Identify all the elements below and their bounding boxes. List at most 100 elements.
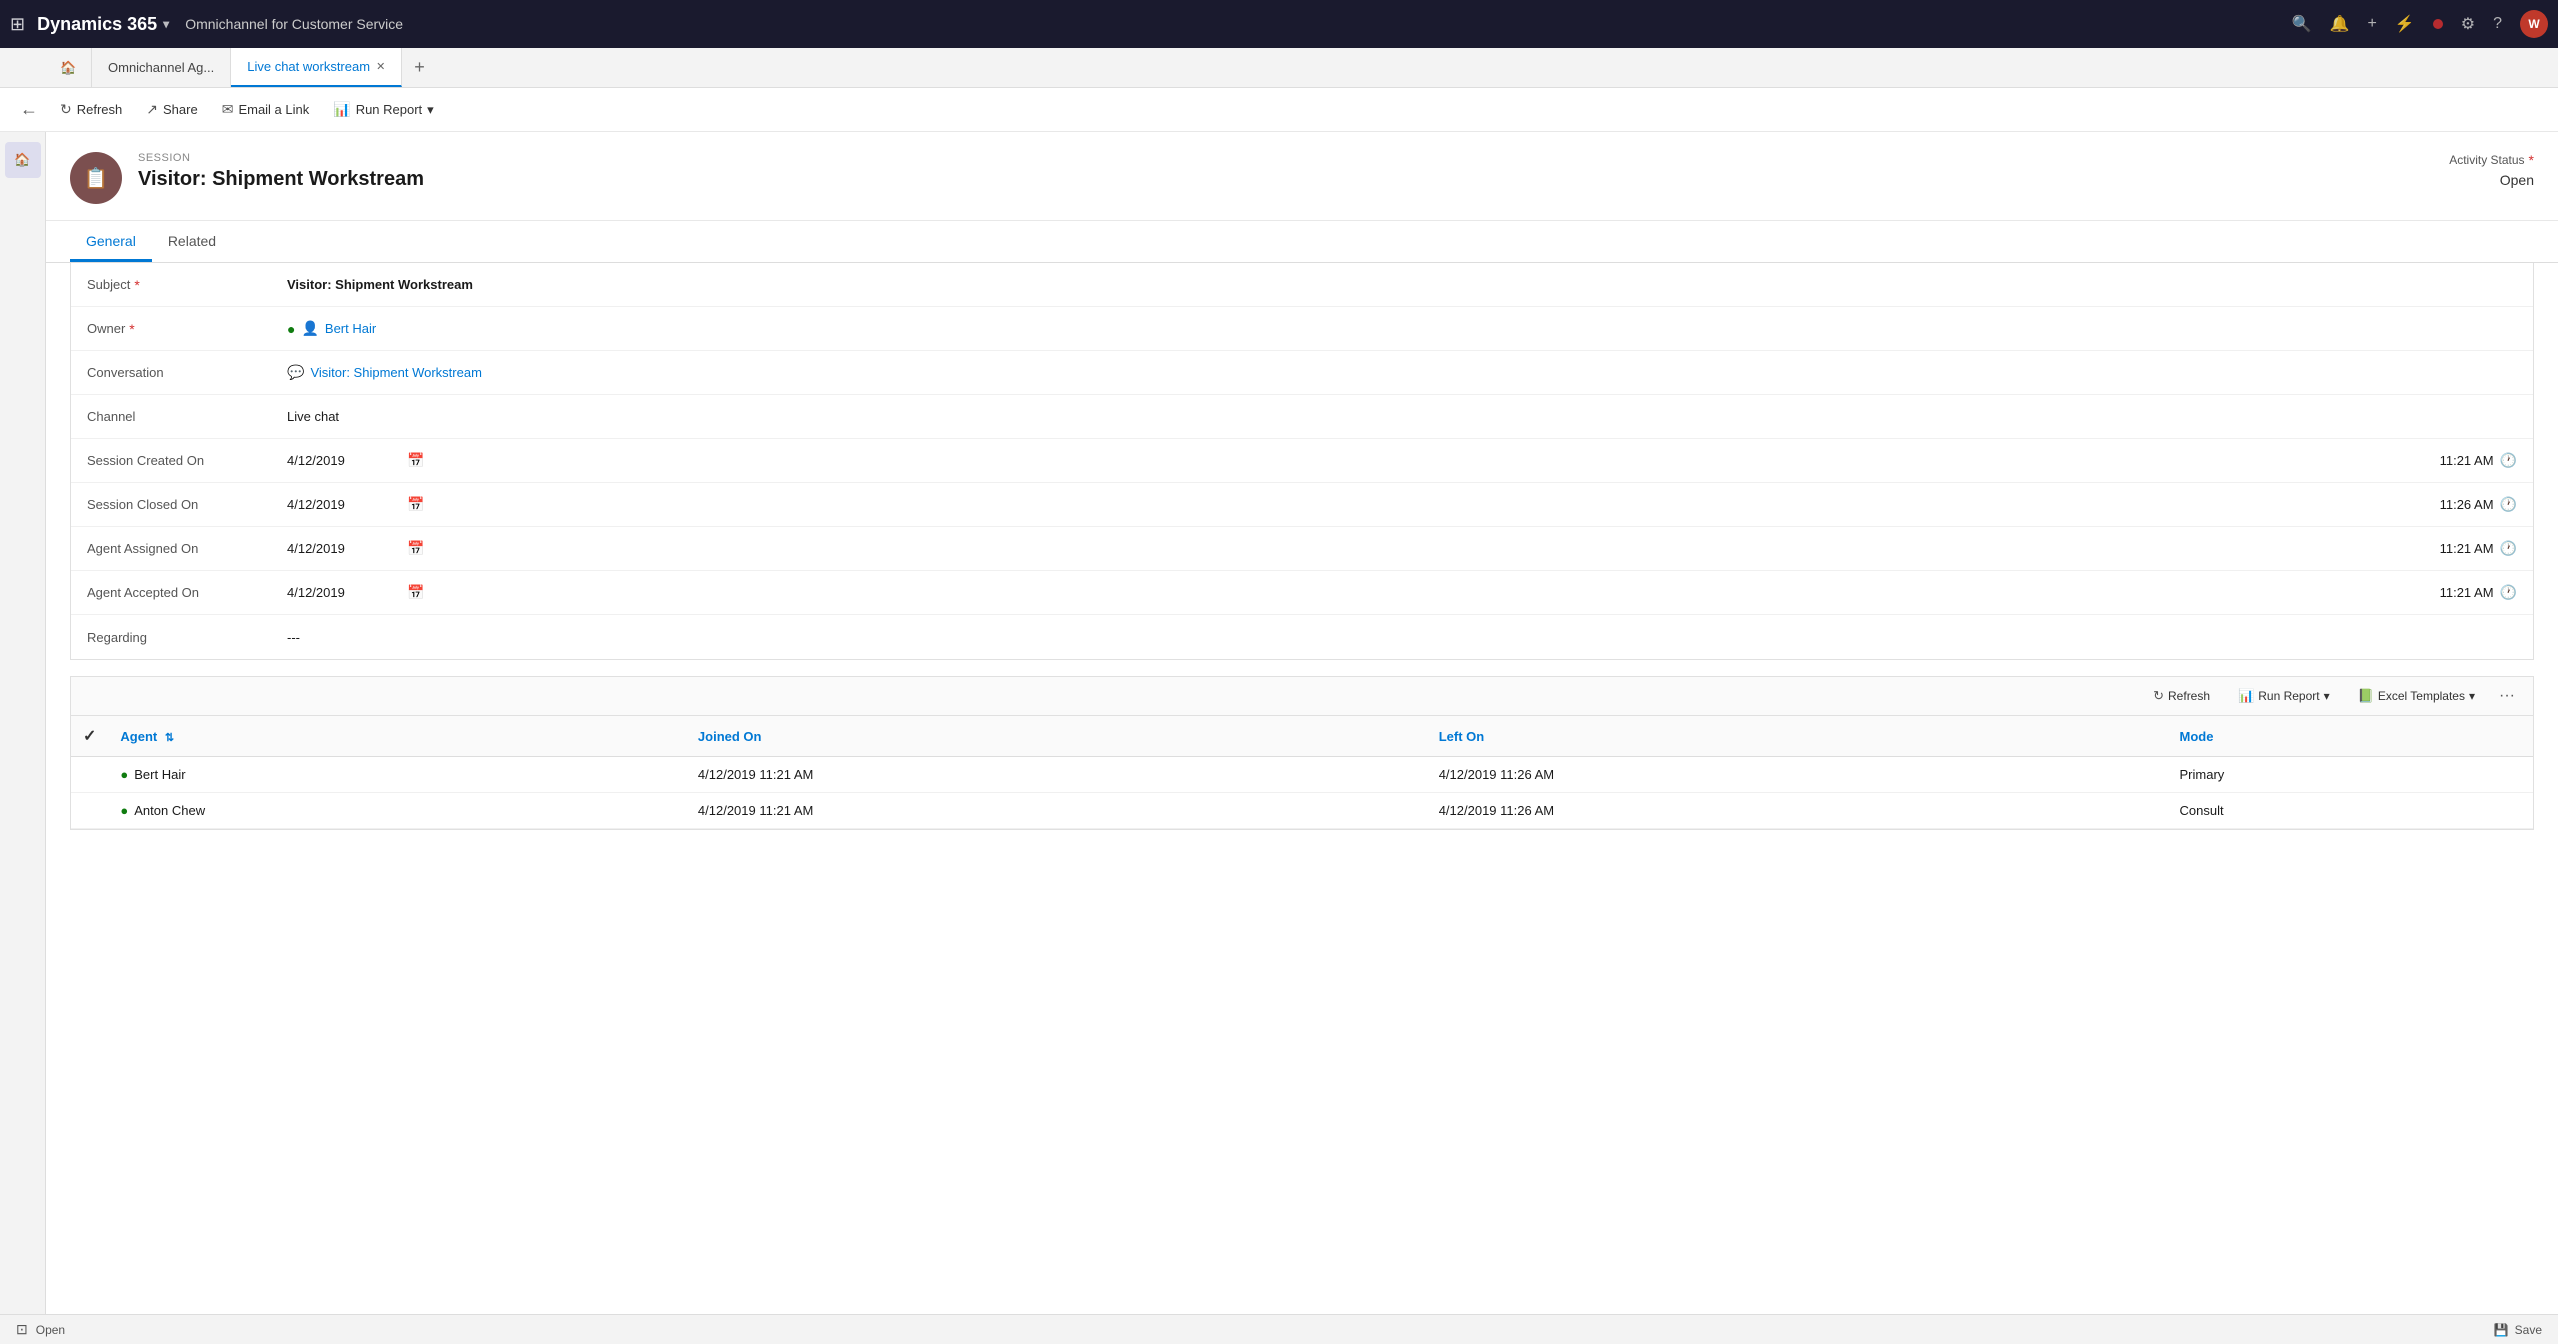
calendar-icon-accepted[interactable]: 📅 (407, 584, 424, 601)
run-report-dropdown-icon[interactable]: ▾ (2324, 689, 2330, 703)
back-button[interactable]: ← (12, 94, 46, 125)
value-channel: Live chat (287, 409, 2517, 424)
subgrid-more-button[interactable]: ··· (2493, 683, 2521, 709)
tab-livechat-label: Live chat workstream (247, 59, 370, 74)
label-session-created-on: Session Created On (87, 453, 287, 468)
label-owner: Owner * (87, 321, 287, 337)
clock-icon-assigned: 🕐 (2500, 540, 2517, 557)
clock-icon-accepted: 🕐 (2500, 584, 2517, 601)
run-report-button[interactable]: 📊 Run Report ▾ (323, 96, 443, 123)
sidebar-icon-home[interactable]: 🏠 (5, 142, 41, 178)
table-row: ● Bert Hair 4/12/2019 11:21 AM 4/12/2019… (71, 757, 2533, 793)
col-mode[interactable]: Mode (2168, 716, 2534, 757)
status-bar-value: Open (36, 1323, 65, 1337)
value-agent-accepted-on: 4/12/2019 📅 11:21 AM 🕐 (287, 584, 2517, 601)
settings-icon[interactable]: ⚙ (2461, 14, 2475, 34)
filter-icon[interactable]: ⚡ (2395, 14, 2415, 34)
owner-status-icon: ● (287, 321, 295, 337)
email-link-button[interactable]: ✉ Email a Link (212, 96, 320, 123)
col-agent[interactable]: Agent ⇅ (108, 716, 686, 757)
run-report-chevron[interactable]: ▾ (427, 102, 434, 118)
save-button[interactable]: 💾 Save (2494, 1323, 2542, 1337)
field-session-created-on: Session Created On 4/12/2019 📅 11:21 AM … (71, 439, 2533, 483)
check-all-header[interactable]: ✓ (71, 716, 108, 757)
required-indicator: * (2529, 152, 2534, 168)
subgrid-refresh-button[interactable]: ↻ Refresh (2143, 684, 2220, 708)
tab-close-icon[interactable]: ✕ (376, 60, 385, 73)
email-icon: ✉ (222, 101, 234, 118)
calendar-icon-closed[interactable]: 📅 (407, 496, 424, 513)
activity-status-value: Open (2449, 172, 2534, 188)
calendar-icon-assigned[interactable]: 📅 (407, 540, 424, 557)
report-icon: 📊 (333, 101, 350, 118)
col-joined-on[interactable]: Joined On (686, 716, 1427, 757)
tab-omnichannel[interactable]: Omnichannel Ag... (92, 48, 231, 87)
agent-name-1: ● Bert Hair (108, 757, 686, 793)
mode-2: Consult (2168, 793, 2534, 829)
field-agent-accepted-on: Agent Accepted On 4/12/2019 📅 11:21 AM 🕐 (71, 571, 2533, 615)
tab-related[interactable]: Related (152, 221, 232, 262)
run-report-label: Run Report (356, 102, 422, 117)
label-channel: Channel (87, 409, 287, 424)
table-header-row: ✓ Agent ⇅ Joined On Left On (71, 716, 2533, 757)
add-icon[interactable]: + (2367, 15, 2376, 33)
label-agent-assigned-on: Agent Assigned On (87, 541, 287, 556)
record-title: Visitor: Shipment Workstream (138, 168, 424, 191)
refresh-label: Refresh (77, 102, 123, 117)
share-icon: ↗ (146, 101, 158, 118)
chevron-down-icon[interactable]: ▾ (163, 17, 169, 31)
agents-subgrid: ↻ Refresh 📊 Run Report ▾ 📗 Excel Templat… (70, 676, 2534, 830)
field-channel: Channel Live chat (71, 395, 2533, 439)
calendar-icon-created[interactable]: 📅 (407, 452, 424, 469)
record-header-right: Activity Status * Open (2449, 152, 2534, 188)
owner-link[interactable]: Bert Hair (325, 321, 376, 336)
subgrid-run-report-button[interactable]: 📊 Run Report ▾ (2228, 684, 2340, 708)
row-check-2[interactable] (71, 793, 108, 829)
search-icon[interactable]: 🔍 (2292, 14, 2312, 34)
left-on-1: 4/12/2019 11:26 AM (1427, 757, 2168, 793)
value-owner: ● 👤 Bert Hair (287, 320, 2517, 337)
value-regarding: --- (287, 630, 2517, 645)
status-bar: ⊡ Open 💾 Save (0, 1314, 2558, 1344)
email-link-label: Email a Link (238, 102, 309, 117)
excel-dropdown-icon[interactable]: ▾ (2469, 689, 2475, 703)
save-label: Save (2515, 1323, 2542, 1337)
agent-status-icon-2: ● (120, 803, 128, 818)
record-header: 📋 SESSION Visitor: Shipment Workstream A… (46, 132, 2558, 221)
tab-livechat[interactable]: Live chat workstream ✕ (231, 48, 402, 87)
checkmark-icon: ✓ (83, 728, 96, 745)
clock-icon-closed: 🕐 (2500, 496, 2517, 513)
subgrid-excel-button[interactable]: 📗 Excel Templates ▾ (2348, 684, 2485, 708)
agent-status-icon-1: ● (120, 767, 128, 782)
left-sidebar: 🏠 (0, 132, 46, 1344)
status-dot (2433, 19, 2443, 29)
refresh-button[interactable]: ↻ Refresh (50, 96, 132, 123)
user-avatar[interactable]: W (2520, 10, 2548, 38)
joined-on-2: 4/12/2019 11:21 AM (686, 793, 1427, 829)
tabs-bar: 🏠 Omnichannel Ag... Live chat workstream… (0, 48, 2558, 88)
required-subject: * (134, 277, 139, 293)
conversation-link[interactable]: Visitor: Shipment Workstream (310, 365, 481, 380)
share-button[interactable]: ↗ Share (136, 96, 207, 123)
tab-general[interactable]: General (70, 221, 152, 262)
tab-add-button[interactable]: + (402, 57, 437, 78)
share-label: Share (163, 102, 198, 117)
app-title-text: Dynamics 365 (37, 14, 157, 35)
app-title: Dynamics 365 ▾ (37, 14, 169, 35)
top-navigation: ⊞ Dynamics 365 ▾ Omnichannel for Custome… (0, 0, 2558, 48)
col-left-on[interactable]: Left On (1427, 716, 2168, 757)
home-button[interactable]: 🏠 (46, 48, 92, 88)
notification-icon[interactable]: 🔔 (2330, 14, 2350, 34)
grid-icon[interactable]: ⊞ (10, 14, 25, 35)
label-agent-accepted-on: Agent Accepted On (87, 585, 287, 600)
main-content: 🏠 📋 SESSION Visitor: Shipment Workstream… (0, 132, 2558, 1344)
form-section: Subject * Visitor: Shipment Workstream O… (70, 263, 2534, 660)
row-check-1[interactable] (71, 757, 108, 793)
status-bar-icon[interactable]: ⊡ (16, 1321, 28, 1338)
label-subject: Subject * (87, 277, 287, 293)
field-conversation: Conversation 💬 Visitor: Shipment Workstr… (71, 351, 2533, 395)
help-icon[interactable]: ? (2493, 15, 2502, 33)
subgrid-excel-icon: 📗 (2358, 688, 2374, 704)
subgrid-refresh-label: Refresh (2168, 689, 2210, 703)
subgrid-report-icon: 📊 (2238, 688, 2254, 704)
